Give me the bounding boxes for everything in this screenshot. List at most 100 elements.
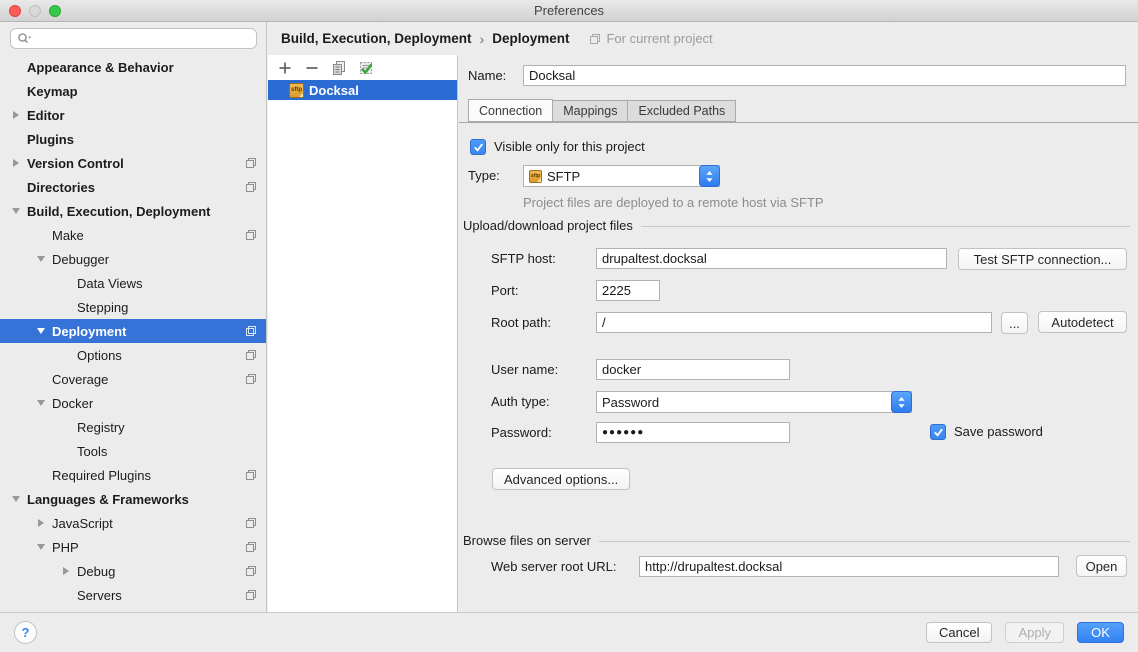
- browse-root-path-button[interactable]: ...: [1001, 312, 1028, 334]
- title-bar: Preferences: [0, 0, 1138, 22]
- copy-server-button[interactable]: [331, 60, 347, 76]
- sidebar-item-appearance-behavior[interactable]: Appearance & Behavior: [0, 55, 266, 79]
- autodetect-button[interactable]: Autodetect: [1038, 311, 1127, 333]
- sidebar-item-directories[interactable]: Directories: [0, 175, 266, 199]
- web-root-input[interactable]: [639, 556, 1059, 577]
- project-level-icon: [245, 373, 257, 385]
- tab-excluded-paths[interactable]: Excluded Paths: [627, 100, 736, 122]
- visible-only-checkbox[interactable]: [470, 139, 486, 155]
- remove-server-button[interactable]: [304, 60, 320, 76]
- sidebar-item-debug[interactable]: Debug: [0, 559, 266, 583]
- sidebar-item-label: Stepping: [77, 300, 128, 315]
- name-input[interactable]: [523, 65, 1126, 86]
- breadcrumb-parent[interactable]: Build, Execution, Deployment: [281, 31, 472, 46]
- apply-button[interactable]: Apply: [1005, 622, 1064, 643]
- chevron-down-icon: [37, 328, 45, 334]
- sidebar-item-keymap[interactable]: Keymap: [0, 79, 266, 103]
- advanced-options-button[interactable]: Advanced options...: [492, 468, 630, 490]
- search-input[interactable]: [32, 32, 250, 46]
- tab-connection[interactable]: Connection: [468, 99, 553, 122]
- type-label: Type:: [468, 165, 500, 187]
- auth-type-dropdown[interactable]: Password: [596, 391, 912, 413]
- add-server-button[interactable]: [277, 60, 293, 76]
- auth-type-value: Password: [602, 395, 659, 410]
- sidebar-item-version-control[interactable]: Version Control: [0, 151, 266, 175]
- sidebar-item-coverage[interactable]: Coverage: [0, 367, 266, 391]
- project-level-icon: [245, 349, 257, 361]
- chevron-right-icon: [63, 567, 69, 575]
- tab-mappings[interactable]: Mappings: [553, 100, 627, 122]
- sidebar-item-tools[interactable]: Tools: [0, 439, 266, 463]
- dropdown-stepper-icon: [699, 165, 720, 187]
- traffic-lights: [9, 5, 61, 17]
- project-level-icon: [245, 157, 257, 169]
- settings-search[interactable]: [10, 28, 257, 49]
- tab-divider: [459, 122, 1138, 123]
- chevron-right-icon: [38, 519, 44, 527]
- checkmark-icon: [933, 427, 944, 438]
- sidebar-item-label: Tools: [77, 444, 107, 459]
- sidebar-item-php[interactable]: PHP: [0, 535, 266, 559]
- window-title: Preferences: [534, 3, 604, 18]
- preferences-window: Preferences Appearance & BehaviorKeymap E…: [0, 0, 1138, 652]
- zoom-button[interactable]: [49, 5, 61, 17]
- root-path-input[interactable]: [596, 312, 992, 333]
- help-button[interactable]: ?: [14, 621, 37, 644]
- sidebar-item-debugger[interactable]: Debugger: [0, 247, 266, 271]
- user-name-input[interactable]: [596, 359, 790, 380]
- project-level-icon: [245, 469, 257, 481]
- cancel-button[interactable]: Cancel: [926, 622, 992, 643]
- sidebar-item-languages-frameworks[interactable]: Languages & Frameworks: [0, 487, 266, 511]
- ok-button[interactable]: OK: [1077, 622, 1124, 643]
- scope-label: For current project: [606, 31, 712, 46]
- project-level-icon: [245, 181, 257, 193]
- sidebar-item-label: Debugger: [52, 252, 109, 267]
- port-label: Port:: [491, 280, 518, 302]
- save-password-checkbox[interactable]: [930, 424, 946, 440]
- minimize-button[interactable]: [29, 5, 41, 17]
- sidebar-item-javascript[interactable]: JavaScript: [0, 511, 266, 535]
- visible-only-label: Visible only for this project: [494, 136, 645, 158]
- sidebar-item-build-execution-deployment[interactable]: Build, Execution, Deployment: [0, 199, 266, 223]
- password-input[interactable]: [596, 422, 790, 443]
- sidebar-item-data-views[interactable]: Data Views: [0, 271, 266, 295]
- sidebar-item-required-plugins[interactable]: Required Plugins: [0, 463, 266, 487]
- type-dropdown[interactable]: sftp SFTP: [523, 165, 720, 187]
- remove-icon: [305, 61, 319, 75]
- save-password-label: Save password: [954, 421, 1043, 443]
- sidebar-item-label: Options: [77, 348, 122, 363]
- close-button[interactable]: [9, 5, 21, 17]
- breadcrumb: Build, Execution, Deployment › Deploymen…: [268, 22, 1138, 55]
- server-list-item-docksal[interactable]: sftp Docksal: [268, 80, 457, 100]
- sidebar-item-options[interactable]: Options: [0, 343, 266, 367]
- name-label: Name:: [468, 65, 506, 87]
- sidebar-item-make[interactable]: Make: [0, 223, 266, 247]
- browse-section-label: Browse files on server: [463, 533, 591, 548]
- sidebar-item-stepping[interactable]: Stepping: [0, 295, 266, 319]
- dropdown-stepper-icon: [891, 391, 912, 413]
- open-url-button[interactable]: Open: [1076, 555, 1127, 577]
- sidebar-item-label: Data Views: [77, 276, 143, 291]
- web-root-label: Web server root URL:: [491, 556, 616, 578]
- sidebar-item-deployment[interactable]: Deployment: [0, 319, 266, 343]
- project-level-icon: [245, 229, 257, 241]
- sidebar-item-editor[interactable]: Editor: [0, 103, 266, 127]
- test-sftp-connection-button[interactable]: Test SFTP connection...: [958, 248, 1127, 270]
- chevron-down-icon: [37, 400, 45, 406]
- sidebar-item-label: Registry: [77, 420, 125, 435]
- sidebar-item-servers[interactable]: Servers: [0, 583, 266, 607]
- sidebar-item-label: JavaScript: [52, 516, 113, 531]
- sidebar-item-label: Docker: [52, 396, 93, 411]
- sidebar-item-docker[interactable]: Docker: [0, 391, 266, 415]
- upload-section-label: Upload/download project files: [463, 218, 633, 233]
- sidebar-item-label: Editor: [27, 108, 65, 123]
- sidebar-item-plugins[interactable]: Plugins: [0, 127, 266, 151]
- use-as-default-button[interactable]: [358, 60, 374, 76]
- project-level-icon: [245, 565, 257, 577]
- sidebar-item-registry[interactable]: Registry: [0, 415, 266, 439]
- server-list-panel: sftp Docksal: [268, 55, 458, 612]
- dialog-footer: ? Cancel Apply OK: [0, 612, 1138, 652]
- sftp-file-icon: sftp: [289, 83, 304, 98]
- port-input[interactable]: [596, 280, 660, 301]
- sftp-host-input[interactable]: [596, 248, 947, 269]
